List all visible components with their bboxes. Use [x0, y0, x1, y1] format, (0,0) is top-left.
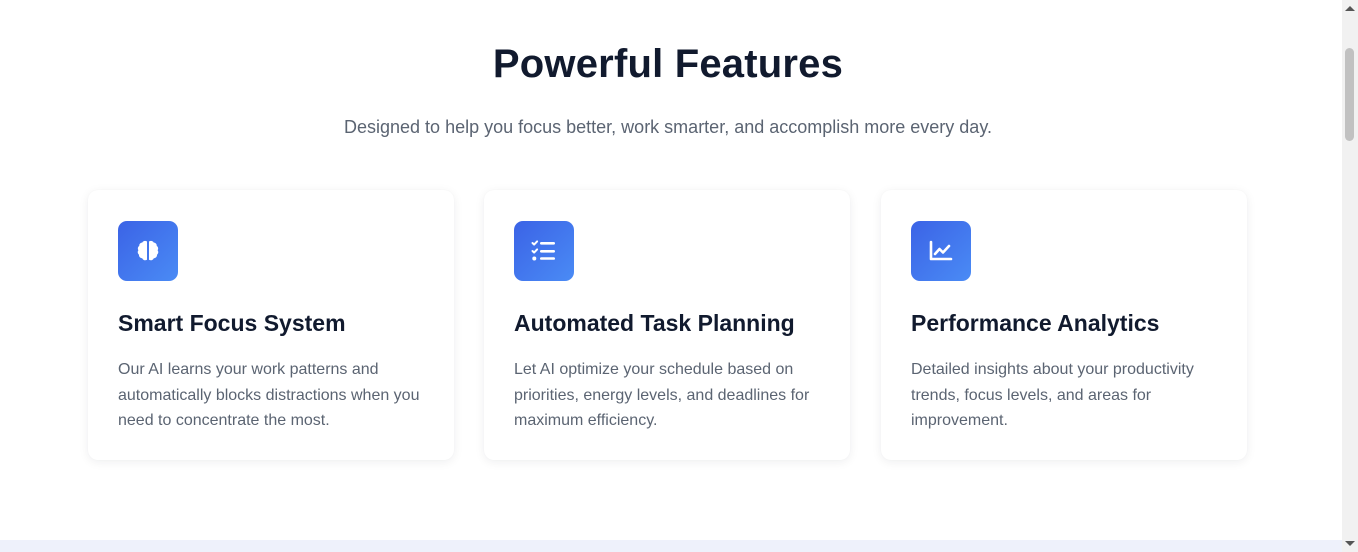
scroll-up-arrow-icon[interactable]	[1345, 6, 1355, 11]
feature-card-title: Performance Analytics	[911, 310, 1160, 336]
scrollbar-thumb[interactable]	[1345, 48, 1354, 141]
page-scrollbar[interactable]	[1342, 0, 1358, 552]
section-subtitle: Designed to help you focus better, work …	[344, 117, 992, 137]
feature-card-description: Our AI learns your work patterns and aut…	[118, 361, 420, 429]
features-section: Powerful Features Designed to help you f…	[0, 0, 1342, 540]
feature-card-task-planning: Automated Task Planning Let AI optimize …	[484, 190, 850, 460]
scroll-down-arrow-icon[interactable]	[1345, 541, 1355, 546]
feature-card-performance-analytics: Performance Analytics Detailed insights …	[881, 190, 1247, 460]
brain-icon	[118, 221, 178, 281]
feature-card-description: Let AI optimize your schedule based on p…	[514, 361, 810, 429]
feature-card-smart-focus: Smart Focus System Our AI learns your wo…	[88, 190, 454, 460]
section-title: Powerful Features	[492, 42, 844, 86]
feature-card-title: Smart Focus System	[118, 310, 346, 336]
feature-card-title: Automated Task Planning	[514, 310, 795, 336]
next-section-edge	[0, 540, 1342, 552]
task-list-icon	[514, 221, 574, 281]
line-chart-icon	[911, 221, 971, 281]
feature-card-description: Detailed insights about your productivit…	[911, 361, 1194, 429]
